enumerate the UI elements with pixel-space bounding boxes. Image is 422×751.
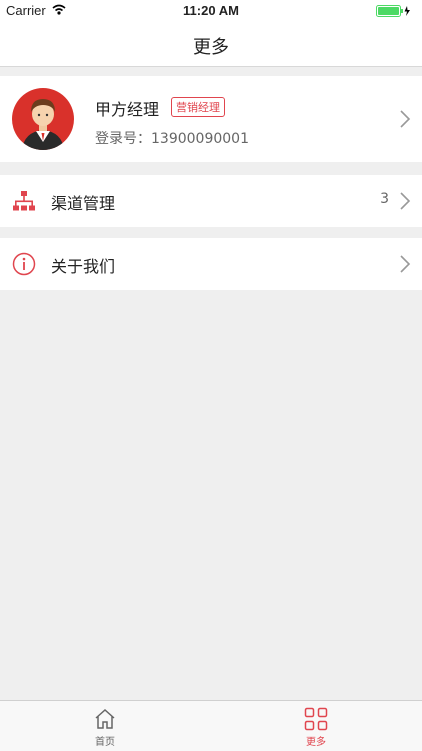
battery-icon bbox=[376, 5, 412, 20]
tab-home[interactable]: 首页 bbox=[65, 707, 145, 751]
profile-name: 甲方经理 bbox=[95, 100, 160, 119]
tab-bar: 首页 更多 bbox=[0, 700, 422, 751]
role-badge: 营销经理 bbox=[171, 97, 225, 117]
login-value: 13900090001 bbox=[151, 131, 249, 147]
avatar bbox=[12, 88, 74, 150]
org-chart-icon bbox=[13, 191, 35, 211]
tab-label: 更多 bbox=[306, 737, 326, 748]
status-bar: Carrier 11:20 AM bbox=[0, 0, 422, 22]
tab-more[interactable]: 更多 bbox=[276, 707, 356, 751]
home-icon bbox=[95, 708, 115, 729]
tab-label: 首页 bbox=[95, 737, 115, 748]
navigation-bar: 更多 bbox=[0, 22, 422, 67]
chevron-right-icon bbox=[400, 110, 411, 128]
page-title: 更多 bbox=[193, 37, 229, 58]
login-label: 登录号： bbox=[95, 131, 151, 147]
count-badge: 3 bbox=[380, 191, 389, 207]
chevron-right-icon bbox=[400, 192, 411, 210]
menu-item-label: 关于我们 bbox=[51, 257, 116, 276]
menu-item-channel-management[interactable]: 渠道管理 3 bbox=[0, 175, 422, 227]
login-number: 登录号：13900090001 bbox=[95, 128, 249, 148]
grid-icon bbox=[304, 707, 328, 731]
profile-card[interactable]: 甲方经理 营销经理 登录号：13900090001 bbox=[0, 76, 422, 162]
clock-label: 11:20 AM bbox=[183, 3, 239, 18]
menu-item-label: 渠道管理 bbox=[51, 194, 116, 213]
menu-item-about-us[interactable]: 关于我们 bbox=[0, 238, 422, 290]
info-icon bbox=[12, 252, 36, 276]
chevron-right-icon bbox=[400, 255, 411, 273]
